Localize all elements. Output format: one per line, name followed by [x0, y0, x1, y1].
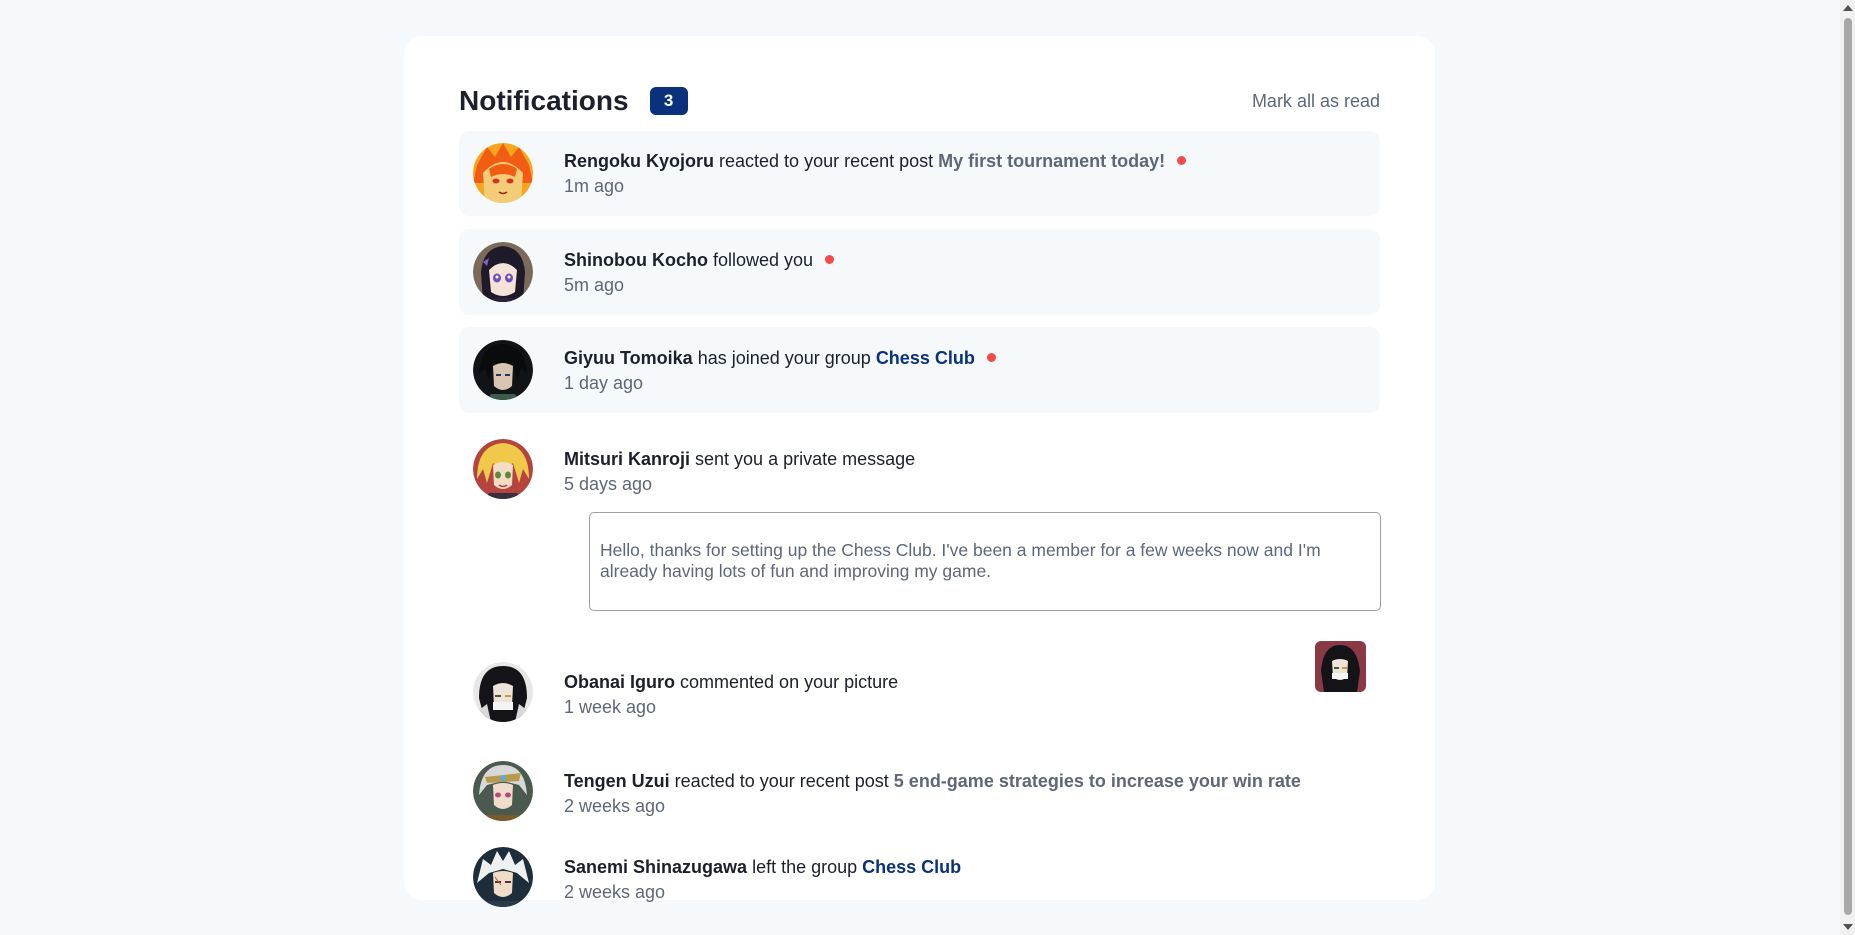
- avatar[interactable]: [473, 761, 533, 821]
- notification-action: commented on your picture: [675, 672, 899, 692]
- avatar[interactable]: [473, 340, 533, 400]
- notification-action: reacted to your recent post: [714, 151, 939, 171]
- notification-item[interactable]: Sanemi Shinazugawa left the group Chess …: [459, 835, 1380, 915]
- notification-action: has joined your group: [692, 348, 876, 368]
- user-name-link[interactable]: Shinobou Kocho: [564, 250, 708, 270]
- scroll-down-arrow-icon[interactable]: [1843, 924, 1853, 930]
- notification-item[interactable]: Tengen Uzui reacted to your recent post …: [459, 749, 1380, 829]
- notification-item[interactable]: Mitsuri Kanroji sent you a private messa…: [459, 427, 1380, 507]
- notification-time: 5m ago: [564, 275, 625, 295]
- unread-dot: [825, 254, 835, 264]
- unread-dot: [1177, 155, 1187, 165]
- notification-time: 1 day ago: [564, 373, 644, 393]
- notification-action: reacted to your recent post: [669, 771, 894, 791]
- unread-dot: [986, 352, 996, 362]
- user-name-link[interactable]: Tengen Uzui: [564, 771, 670, 791]
- notification-item[interactable]: Shinobou Kocho followed you 5m ago: [459, 229, 1380, 315]
- notification-text: Rengoku Kyojoru reacted to your recent p…: [564, 151, 1187, 172]
- notification-time: 1m ago: [564, 176, 625, 196]
- unread-count-badge: 3: [649, 87, 688, 115]
- notification-action: left the group: [747, 857, 863, 877]
- group-link[interactable]: Chess Club: [876, 348, 975, 368]
- notification-text: Giyuu Tomoika has joined your group Ches…: [564, 348, 996, 369]
- scroll-up-arrow-icon[interactable]: [1843, 5, 1853, 11]
- notification-item[interactable]: Obanai Iguro commented on your picture 1…: [459, 650, 1380, 730]
- notification-time: 2 weeks ago: [564, 882, 666, 902]
- notification-action: sent you a private message: [690, 449, 916, 469]
- commented-picture-thumbnail[interactable]: [1315, 641, 1366, 692]
- notifications-header: Notifications 3 Mark all as read: [459, 76, 1380, 126]
- scrollbar-thumb[interactable]: [1844, 18, 1852, 915]
- notification-time: 2 weeks ago: [564, 796, 666, 816]
- post-link[interactable]: My first tournament today!: [938, 151, 1165, 171]
- notification-text: Sanemi Shinazugawa left the group Chess …: [564, 857, 961, 878]
- private-message-preview[interactable]: Hello, thanks for setting up the Chess C…: [589, 512, 1381, 611]
- page-scrollbar[interactable]: [1840, 0, 1855, 935]
- user-name-link[interactable]: Rengoku Kyojoru: [564, 151, 714, 171]
- notification-text: Mitsuri Kanroji sent you a private messa…: [564, 449, 915, 470]
- avatar[interactable]: [473, 662, 533, 722]
- notifications-card: Notifications 3 Mark all as read Rengoku…: [404, 36, 1435, 907]
- mark-all-read-button[interactable]: Mark all as read: [1252, 91, 1380, 112]
- notification-time: 1 week ago: [564, 697, 657, 717]
- notification-action: followed you: [707, 250, 814, 270]
- avatar[interactable]: [473, 439, 533, 499]
- page-title: Notifications: [459, 85, 629, 116]
- notification-time: 5 days ago: [564, 474, 653, 494]
- user-name-link[interactable]: Sanemi Shinazugawa: [564, 857, 747, 877]
- post-link[interactable]: 5 end-game strategies to increase your w…: [894, 771, 1301, 791]
- notification-item[interactable]: Rengoku Kyojoru reacted to your recent p…: [459, 131, 1380, 216]
- avatar[interactable]: [473, 847, 533, 907]
- avatar[interactable]: [473, 143, 533, 203]
- avatar[interactable]: [473, 242, 533, 302]
- notification-text: Shinobou Kocho followed you: [564, 250, 835, 271]
- user-name-link[interactable]: Obanai Iguro: [564, 672, 675, 692]
- user-name-link[interactable]: Mitsuri Kanroji: [564, 449, 690, 469]
- notification-text: Obanai Iguro commented on your picture: [564, 672, 898, 693]
- user-name-link[interactable]: Giyuu Tomoika: [564, 348, 693, 368]
- notification-text: Tengen Uzui reacted to your recent post …: [564, 771, 1301, 792]
- notification-item[interactable]: Giyuu Tomoika has joined your group Ches…: [459, 327, 1380, 413]
- group-link[interactable]: Chess Club: [862, 857, 961, 877]
